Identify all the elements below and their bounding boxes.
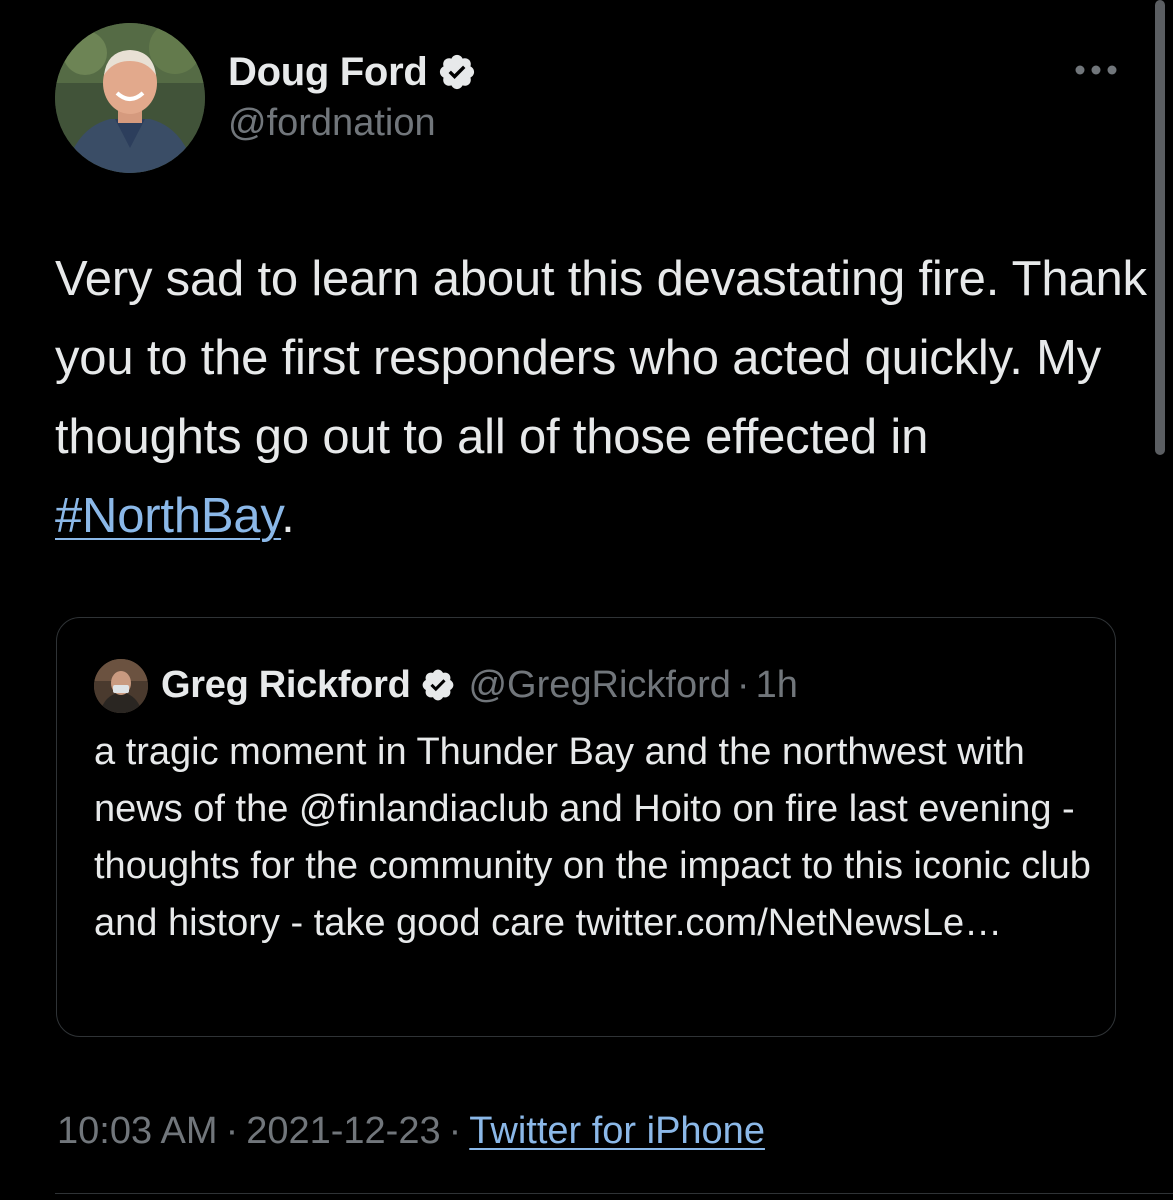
tweet-time[interactable]: 10:03 AM — [57, 1110, 218, 1152]
author-avatar[interactable] — [55, 23, 205, 173]
scrollbar[interactable] — [1155, 0, 1165, 455]
tweet-text-end: . — [281, 489, 295, 543]
tweet-meta: 10:03 AM · 2021-12-23 · Twitter for iPhone — [57, 1110, 765, 1153]
meta-separator: · — [448, 1110, 462, 1152]
tweet-date[interactable]: 2021-12-23 — [246, 1110, 440, 1152]
quoted-separator: · — [736, 663, 750, 706]
verified-badge-icon — [420, 667, 456, 703]
author-handle[interactable]: @fordnation — [228, 102, 436, 145]
quoted-author-avatar[interactable] — [94, 659, 148, 713]
quoted-author-display-name[interactable]: Greg Rickford — [161, 664, 411, 707]
hashtag-link[interactable]: #NorthBay — [55, 489, 281, 543]
author-name-row: Doug Ford — [228, 48, 477, 96]
author-display-name[interactable]: Doug Ford — [228, 50, 428, 95]
quoted-author-handle[interactable]: @GregRickford — [468, 664, 730, 707]
divider — [55, 1193, 1173, 1194]
tweet-text: Very sad to learn about this devastating… — [55, 240, 1150, 556]
quoted-tweet-text: a tragic moment in Thunder Bay and the n… — [94, 731, 1091, 944]
tweet-source-link[interactable]: Twitter for iPhone — [469, 1110, 765, 1152]
verified-badge-icon — [437, 52, 477, 92]
more-options-icon[interactable] — [1070, 52, 1122, 88]
tweet-text-body: Very sad to learn about this devastating… — [55, 252, 1147, 464]
quoted-tweet-card[interactable]: Greg Rickford @GregRickford · 1h a tragi… — [56, 617, 1116, 1037]
tweet: Doug Ford @fordnation Very sad to learn … — [0, 0, 1173, 1200]
quoted-time-ago[interactable]: 1h — [756, 664, 798, 707]
quoted-tweet-header: Greg Rickford @GregRickford · 1h — [161, 662, 798, 708]
meta-separator: · — [225, 1110, 239, 1152]
